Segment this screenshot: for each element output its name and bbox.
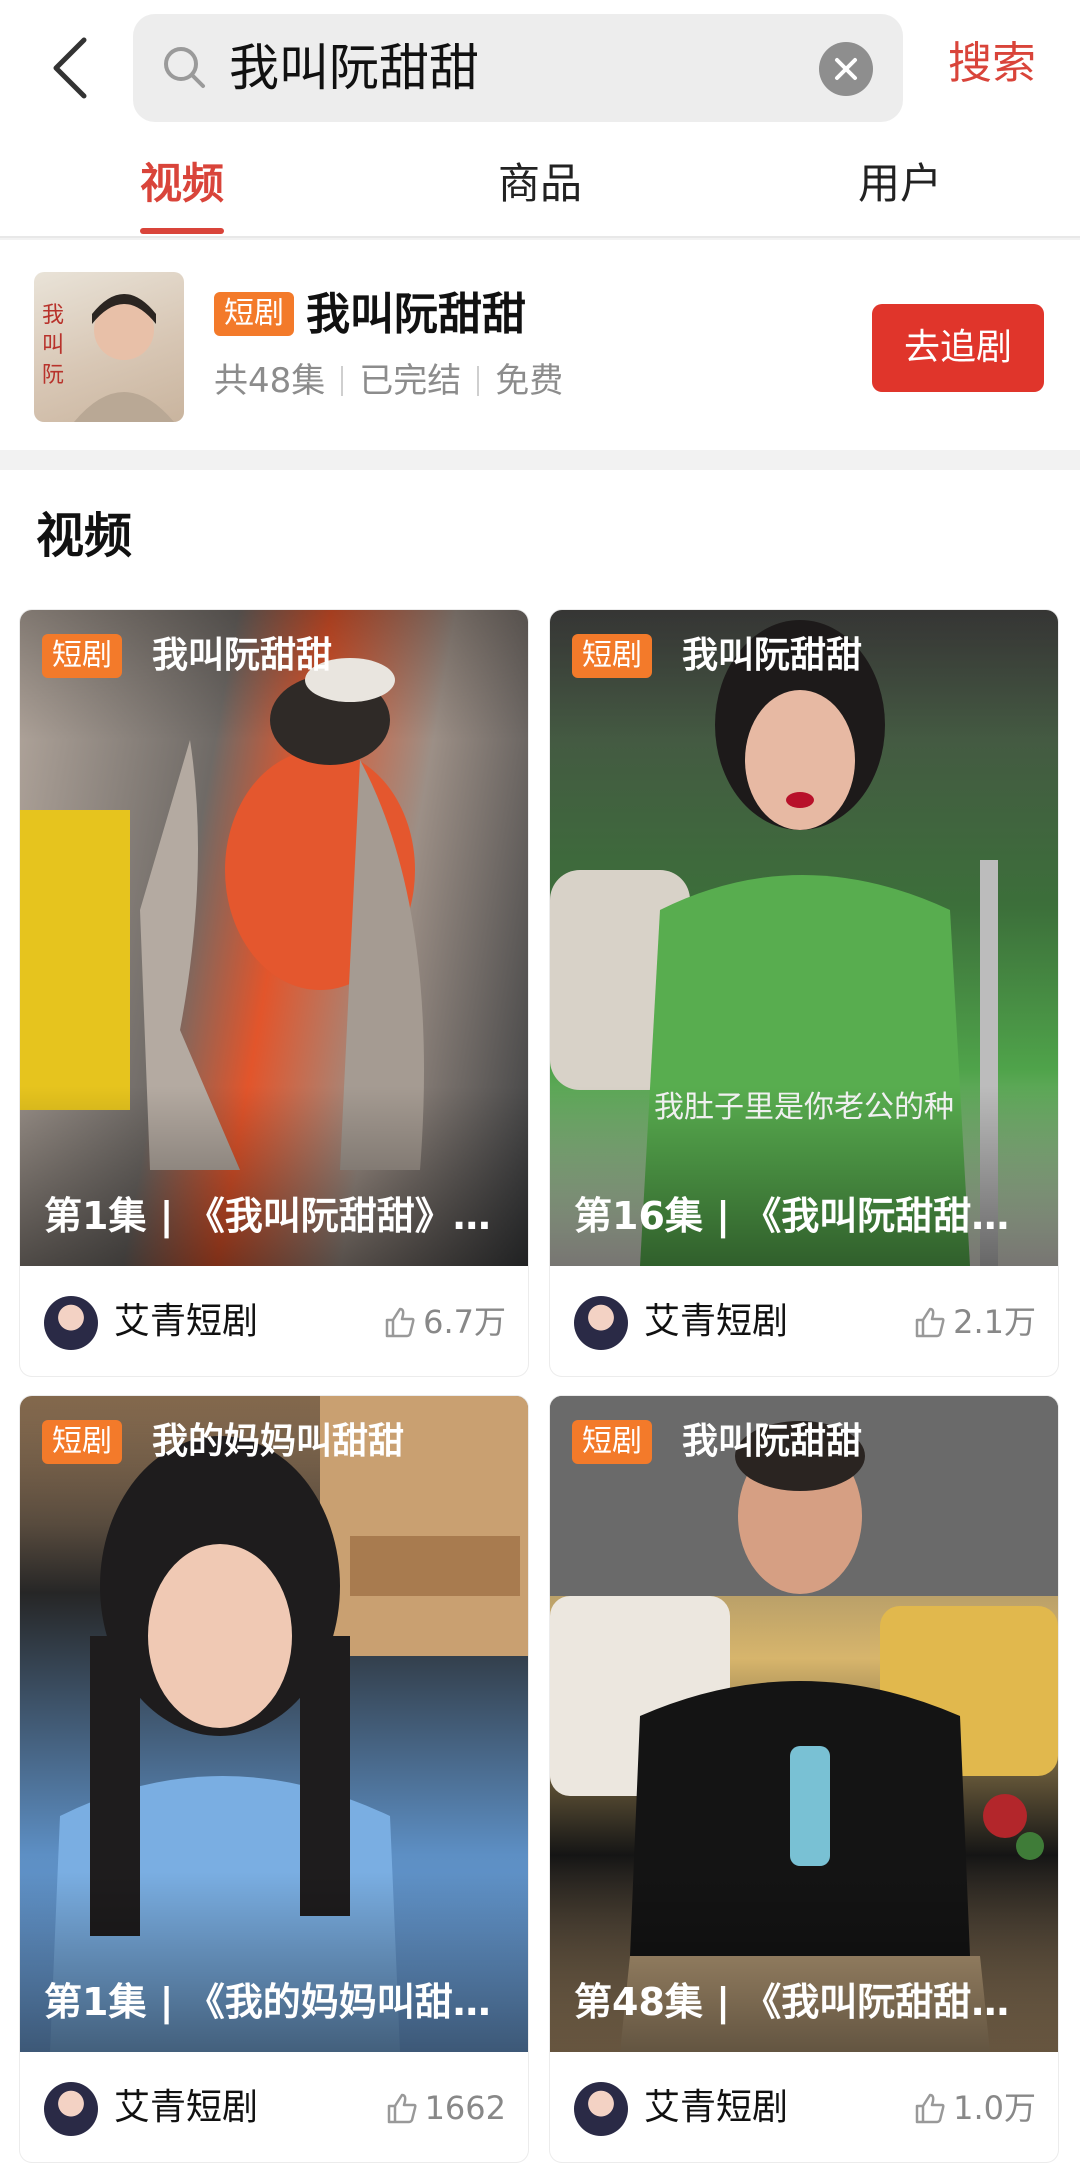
follow-drama-button[interactable]: 去追剧	[872, 304, 1044, 392]
tab-video[interactable]: 视频	[140, 156, 224, 212]
episode-count: 共48集	[214, 361, 326, 401]
drama-name-label: 我的妈妈叫甜甜	[152, 1421, 405, 1462]
section-title: 视频	[36, 508, 133, 564]
like-count-value: 2.1万	[953, 1303, 1036, 1341]
like-count[interactable]: 2.1万	[913, 1300, 1036, 1344]
back-button[interactable]	[44, 28, 104, 108]
svg-text:叫: 叫	[42, 333, 64, 358]
divider	[341, 366, 344, 396]
video-card-footer: 艾青短剧 2.1万	[550, 1266, 1058, 1376]
drama-result-card[interactable]: 我 叫 阮 短剧 我叫阮甜甜 共48集 已完结 免费 去追剧	[0, 240, 1080, 450]
author-name[interactable]: 艾青短剧	[644, 2084, 788, 2132]
thumbs-up-icon	[915, 1307, 945, 1338]
divider	[477, 366, 480, 396]
tab-products[interactable]: 商品	[498, 156, 582, 212]
video-thumbnail	[550, 1396, 1058, 2052]
short-drama-badge: 短剧	[214, 292, 294, 336]
svg-text:阮: 阮	[42, 363, 64, 388]
search-icon	[164, 47, 205, 88]
video-card-footer: 艾青短剧 1.0万	[550, 2052, 1058, 2162]
drama-cover-image: 我 叫 阮	[34, 272, 184, 422]
drama-meta: 共48集 已完结 免费	[214, 358, 563, 404]
like-count[interactable]: 1662	[385, 2086, 506, 2130]
video-section-header: 视频	[0, 470, 1080, 610]
like-count-value: 1.0万	[953, 2089, 1036, 2127]
video-thumbnail	[20, 610, 528, 1266]
drama-status: 已完结	[359, 361, 462, 401]
video-title: 第1集 | 《我叫阮甜甜》第…	[44, 1194, 512, 1238]
active-tab-indicator	[140, 228, 224, 234]
video-title: 第48集 | 《我叫阮甜甜》…	[574, 1980, 1042, 2024]
author-name[interactable]: 艾青短剧	[644, 1298, 788, 1346]
author-avatar[interactable]	[574, 2082, 628, 2136]
short-drama-badge: 短剧	[42, 634, 122, 678]
svg-text:我: 我	[42, 303, 64, 328]
video-card-footer: 艾青短剧 1662	[20, 2052, 528, 2162]
author-name[interactable]: 艾青短剧	[114, 2084, 258, 2132]
like-count[interactable]: 6.7万	[383, 1300, 506, 1344]
search-submit-button[interactable]: 搜索	[948, 32, 1036, 96]
thumbs-up-icon	[915, 2093, 945, 2124]
short-drama-badge: 短剧	[42, 1420, 122, 1464]
search-input[interactable]: 我叫阮甜甜	[133, 14, 903, 122]
search-header: 我叫阮甜甜 搜索	[0, 0, 1080, 136]
video-thumbnail	[20, 1396, 528, 2052]
video-card[interactable]: 短剧 我叫阮甜甜 我肚子里是你老公的种 第16集 | 《我叫阮甜甜》… 艾青短剧…	[550, 610, 1058, 1376]
short-drama-badge: 短剧	[572, 634, 652, 678]
video-card-footer: 艾青短剧 6.7万	[20, 1266, 528, 1376]
back-arrow-icon	[53, 37, 87, 99]
short-drama-badge: 短剧	[572, 1420, 652, 1464]
result-tabs: 视频 商品 用户	[0, 136, 1080, 238]
drama-name-label: 我叫阮甜甜	[682, 635, 863, 676]
video-thumbnail	[550, 610, 1058, 1266]
clear-icon	[835, 58, 857, 80]
like-count[interactable]: 1.0万	[913, 2086, 1036, 2130]
drama-name-label: 我叫阮甜甜	[152, 635, 333, 676]
tab-users[interactable]: 用户	[858, 156, 942, 212]
clear-search-button[interactable]	[819, 42, 873, 96]
author-avatar[interactable]	[44, 1296, 98, 1350]
like-count-value: 1662	[424, 2089, 506, 2127]
thumbs-up-icon	[385, 1307, 415, 1338]
search-query-text: 我叫阮甜甜	[229, 39, 479, 97]
video-title: 第16集 | 《我叫阮甜甜》…	[574, 1194, 1042, 1238]
author-name[interactable]: 艾青短剧	[114, 1298, 258, 1346]
like-count-value: 6.7万	[423, 1303, 506, 1341]
author-avatar[interactable]	[574, 1296, 628, 1350]
drama-name-label: 我叫阮甜甜	[682, 1421, 863, 1462]
drama-price: 免费	[495, 361, 564, 401]
thumbs-up-icon	[387, 2093, 417, 2124]
video-card[interactable]: 短剧 我叫阮甜甜 第1集 | 《我叫阮甜甜》第… 艾青短剧 6.7万	[20, 610, 528, 1376]
video-card[interactable]: 短剧 我叫阮甜甜 第48集 | 《我叫阮甜甜》… 艾青短剧 1.0万	[550, 1396, 1058, 2162]
video-subtitle: 我肚子里是你老公的种	[654, 1090, 954, 1125]
video-title: 第1集 | 《我的妈妈叫甜…	[44, 1980, 491, 2024]
drama-title: 我叫阮甜甜	[306, 289, 526, 340]
author-avatar[interactable]	[44, 2082, 98, 2136]
video-card[interactable]: 短剧 我的妈妈叫甜甜 第1集 | 《我的妈妈叫甜… 艾青短剧 1662	[20, 1396, 528, 2162]
